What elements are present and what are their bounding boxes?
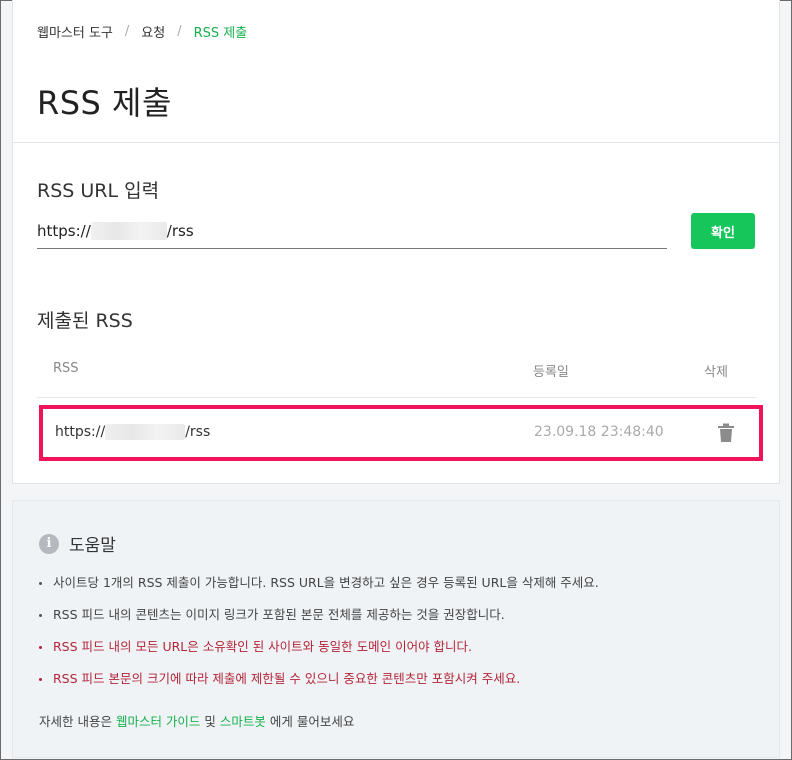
webmaster-guide-link[interactable]: 웹마스터 가이드 <box>116 714 200 729</box>
redacted-domain <box>105 424 186 440</box>
rss-row-url-prefix: https:// <box>55 424 106 440</box>
help-title: i 도움말 <box>39 531 116 556</box>
help-list: 사이트당 1개의 RSS 제출이 가능합니다. RSS URL을 변경하고 싶은… <box>39 573 599 701</box>
breadcrumb-separator: / <box>124 24 130 39</box>
rss-url-value-prefix: https:// <box>37 221 91 240</box>
redacted-domain <box>90 221 167 240</box>
submitted-rss-title: 제출된 RSS <box>37 310 133 332</box>
help-footer: 자세한 내용은 웹마스터 가이드 및 스마트봇 에게 물어보세요 <box>39 711 354 730</box>
help-footer-suffix: 에게 물어보세요 <box>265 714 355 729</box>
help-item: RSS 피드 내의 콘텐츠는 이미지 링크가 포함된 본문 전체를 제공하는 것… <box>39 605 599 637</box>
breadcrumb: 웹마스터 도구 / 요청 / RSS 제출 <box>37 22 247 41</box>
breadcrumb-item-current: RSS 제출 <box>193 26 248 41</box>
help-panel: i 도움말 사이트당 1개의 RSS 제출이 가능합니다. RSS URL을 변… <box>12 500 780 758</box>
info-icon: i <box>39 533 59 554</box>
rss-url-input-title: RSS URL 입력 <box>37 180 160 202</box>
column-header-date: 등록일 <box>533 365 569 380</box>
help-footer-prefix: 자세한 내용은 <box>39 714 116 729</box>
rss-row-date: 23.09.18 23:48:40 <box>534 424 664 440</box>
column-header-delete: 삭제 <box>704 365 728 380</box>
help-item: 사이트당 1개의 RSS 제출이 가능합니다. RSS URL을 변경하고 싶은… <box>39 573 599 605</box>
section-divider <box>13 142 779 143</box>
help-item-warning: RSS 피드 본문의 크기에 따라 제출에 제한될 수 있으니 중요한 콘텐츠만… <box>39 669 599 701</box>
column-header-rss: RSS <box>53 361 79 376</box>
confirm-button[interactable]: 확인 <box>691 213 755 249</box>
help-title-text: 도움말 <box>69 536 116 556</box>
help-item-warning: RSS 피드 내의 모든 URL은 소유확인 된 사이트와 동일한 도메인 이어… <box>39 637 599 669</box>
rss-url-input[interactable]: https:// /rss <box>37 213 667 249</box>
rss-row-url-suffix: /rss <box>185 424 211 440</box>
smartbot-link[interactable]: 스마트봇 <box>220 714 266 729</box>
table-header: RSS 등록일 삭제 <box>37 358 757 398</box>
rss-card: 웹마스터 도구 / 요청 / RSS 제출 RSS 제출 RSS URL 입력 … <box>12 0 780 484</box>
rss-row-url: https:// /rss <box>55 424 210 440</box>
breadcrumb-separator: / <box>177 24 182 39</box>
rss-url-value-suffix: /rss <box>166 221 194 240</box>
table-row: https:// /rss 23.09.18 23:48:40 <box>39 405 763 461</box>
breadcrumb-item-webmaster-tools[interactable]: 웹마스터 도구 <box>37 22 113 41</box>
trash-icon[interactable] <box>717 423 735 443</box>
breadcrumb-item-request[interactable]: 요청 <box>141 22 165 41</box>
help-footer-middle: 및 <box>200 714 220 729</box>
page-title: RSS 제출 <box>37 84 172 122</box>
